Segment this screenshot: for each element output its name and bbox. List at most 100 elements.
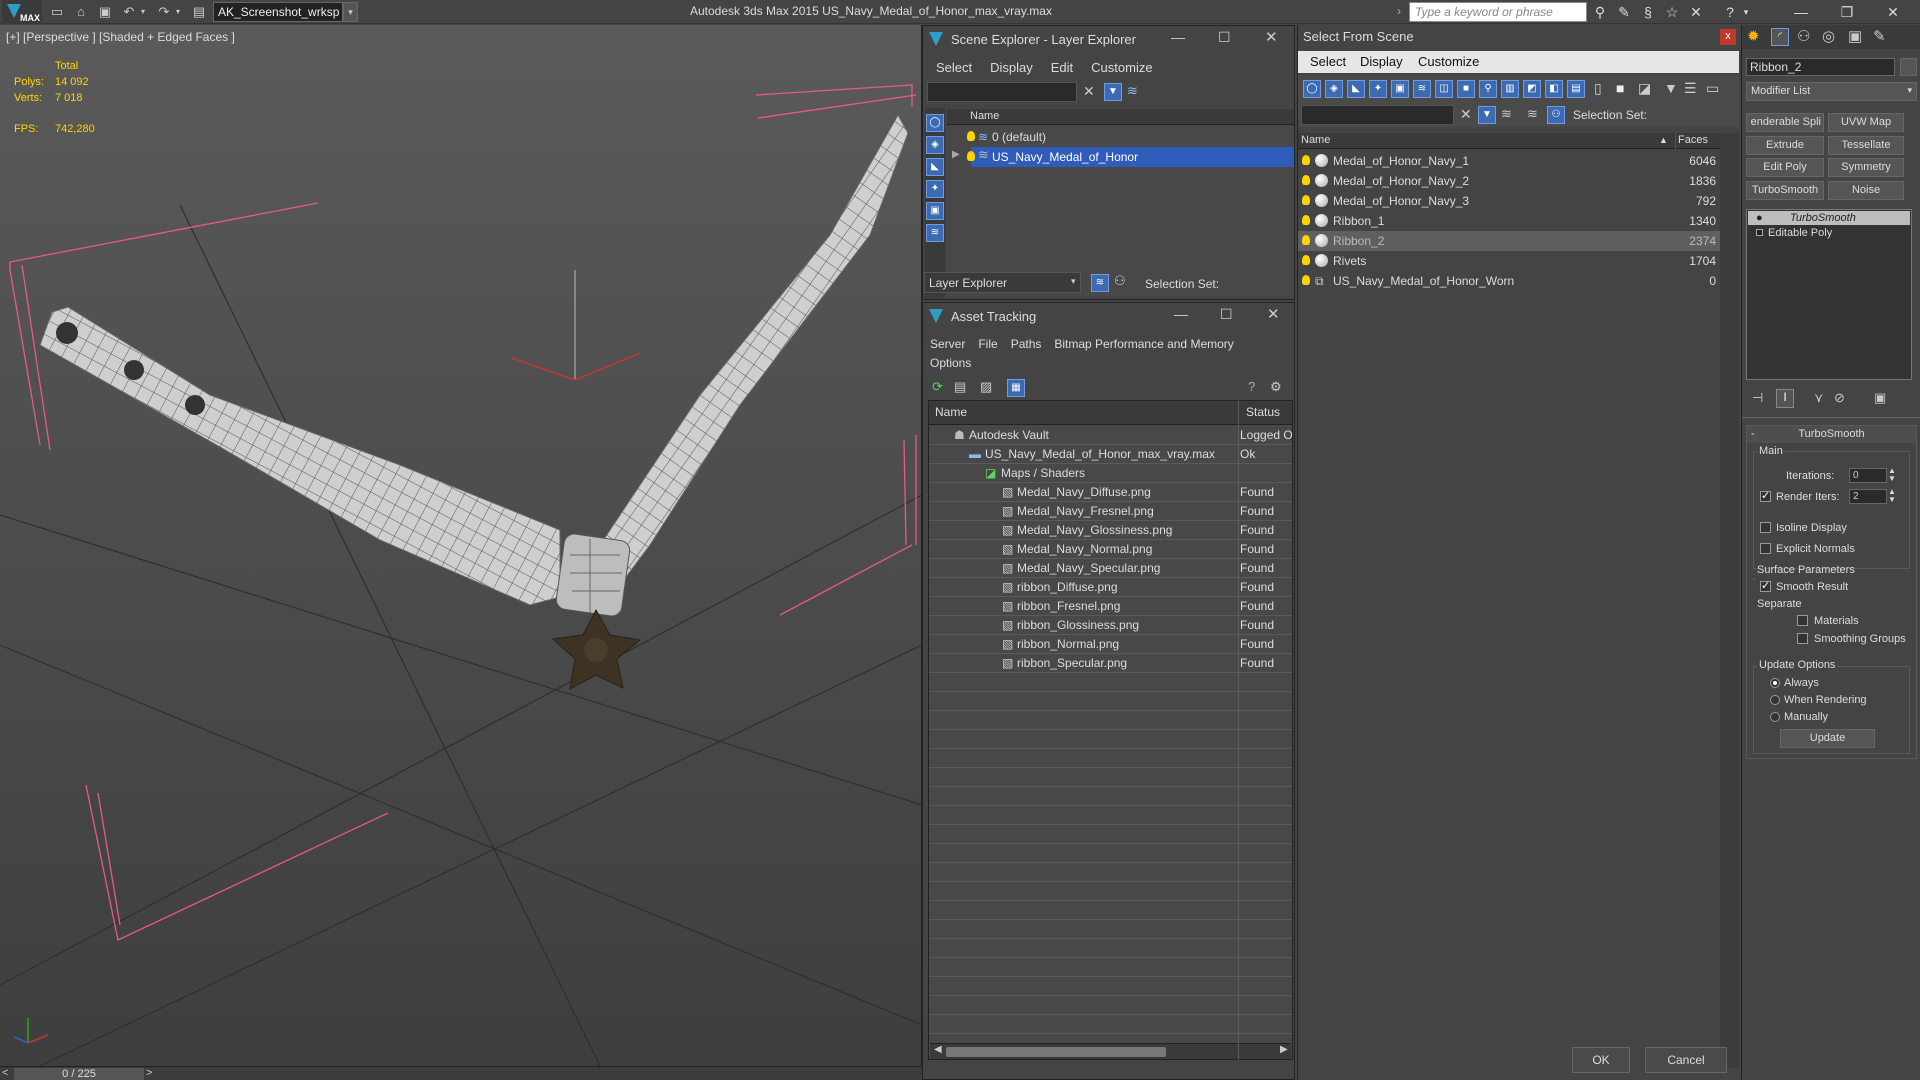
restore-window-icon[interactable]: ❐ [1830,0,1864,24]
help-icon[interactable]: ? [1720,3,1740,21]
menu-options[interactable]: Options [930,354,971,373]
tessellate-button[interactable]: Tessellate [1828,136,1904,155]
explicit-normals-checkbox[interactable] [1760,543,1771,554]
smoothing-groups-checkbox[interactable] [1797,633,1808,644]
hierarchy-tab-icon[interactable]: ⚇ [1797,27,1810,45]
menu-paths[interactable]: Paths [1011,335,1042,354]
select-none-icon[interactable]: ■ [1616,80,1624,96]
stack-item-editable-poly[interactable]: Editable Poly [1748,226,1910,240]
light-bulb-icon[interactable]: ● [1756,211,1763,225]
clear-search-icon[interactable]: ✕ [1460,106,1472,123]
ok-button[interactable]: OK [1572,1047,1630,1073]
save-icon[interactable]: ▣ [96,3,114,21]
select-invert-icon[interactable]: ◪ [1638,80,1651,97]
pin-stack-icon[interactable]: ⊣ [1752,390,1763,406]
cancel-button[interactable]: Cancel [1645,1047,1727,1073]
renderable-spline-button[interactable]: enderable Spli [1746,113,1824,132]
display-cameras-icon[interactable]: ✦ [1369,80,1387,98]
modify-tab-icon[interactable]: ◜ [1771,28,1789,46]
configure-sets-icon[interactable]: ▣ [1874,390,1886,406]
new-file-icon[interactable]: ▭ [48,3,66,21]
light-bulb-icon[interactable] [1302,155,1310,165]
object-row[interactable]: Medal_of_Honor_Navy_2 1836 [1298,171,1720,191]
display-containers-icon[interactable]: ▥ [1501,80,1519,98]
sfs-col-name[interactable]: Name [1301,133,1330,148]
manually-radio[interactable] [1770,712,1780,722]
expand-box-icon[interactable] [1756,229,1763,236]
menu-customize[interactable]: Customize [1418,54,1479,69]
object-color-swatch[interactable] [1900,58,1917,76]
render-iters-checkbox[interactable] [1760,489,1771,502]
maximize-icon[interactable]: ☐ [1218,29,1231,46]
object-row[interactable]: Medal_of_Honor_Navy_1 6046 [1298,151,1720,171]
sfs-search-input[interactable] [1301,105,1454,125]
clear-search-icon[interactable]: ✕ [1083,83,1095,100]
time-next-button[interactable]: > [146,1067,152,1079]
close-window-icon[interactable]: ✕ [1876,0,1910,24]
display-tab-icon[interactable]: ▣ [1848,27,1862,45]
close-icon[interactable]: ✕ [1267,305,1280,323]
collapse-rollout-icon[interactable]: - [1751,426,1755,442]
asset-horizontal-scrollbar[interactable]: ◀ ▶ [930,1043,1291,1059]
display-spacewarps-icon[interactable]: ≋ [1413,80,1431,98]
layer-row-us-navy-medal-of-honor[interactable]: US_Navy_Medal_of_Honor [971,147,1294,167]
redo-dropdown-icon[interactable]: ▾ [173,3,183,21]
create-tab-icon[interactable]: ✹ [1747,27,1760,45]
scene-explorer-search-input[interactable] [927,82,1077,102]
layer-options-icon[interactable]: ≋ [1127,83,1138,99]
tools-icon[interactable]: ✎ [1614,3,1634,21]
light-bulb-icon[interactable] [967,151,975,161]
close-icon[interactable]: x [1720,29,1736,45]
spinner-arrows-icon[interactable]: ▲ ▼ [1888,488,1896,504]
time-prev-button[interactable]: < [2,1067,8,1079]
display-shapes-icon[interactable]: ◈ [1325,80,1343,98]
object-row-highlighted[interactable]: Ribbon_2 2374 [1298,231,1720,251]
help-dropdown-icon[interactable]: ▾ [1740,3,1752,21]
display-bones-icon[interactable]: ⚲ [1479,80,1497,98]
display-hidden-icon[interactable]: ◧ [1545,80,1563,98]
favorites-star-icon[interactable]: ☆ [1662,3,1682,21]
display-cameras-icon[interactable]: ▣ [926,202,944,220]
open-file-icon[interactable]: ⌂ [72,3,90,21]
display-helpers-icon[interactable]: ▣ [1391,80,1409,98]
extrude-button[interactable]: Extrude [1746,136,1824,155]
keyword-search-input[interactable]: Type a keyword or phrase [1409,2,1587,22]
sfs-col-faces[interactable]: Faces [1678,133,1708,148]
expand-arrow-icon[interactable]: ▶ [952,149,960,160]
display-all-icon[interactable]: ▤ [1567,80,1585,98]
menu-select[interactable]: Select [1310,54,1346,69]
make-unique-icon[interactable]: ⋎ [1814,390,1824,406]
filter-icon[interactable]: ▼ [1104,83,1122,101]
sfs-vertical-scrollbar[interactable] [1720,133,1739,1068]
workspace-selector[interactable]: AK_Screenshot_wrksp [213,2,343,22]
light-bulb-icon[interactable] [1302,235,1310,245]
dropdown-arrow-icon[interactable]: ▾ [1071,276,1076,287]
modifier-list-dropdown[interactable]: Modifier List ▾ [1746,82,1917,101]
filter-icon[interactable]: ▼ [1664,80,1678,96]
display-geometry-icon[interactable]: ◯ [1303,80,1321,98]
when-rendering-radio[interactable] [1770,695,1780,705]
remove-modifier-icon[interactable]: ⊘ [1834,390,1845,406]
light-bulb-icon[interactable] [967,131,975,141]
light-bulb-icon[interactable] [1302,175,1310,185]
spinner-arrows-icon[interactable]: ▲ ▼ [1888,467,1896,483]
project-folder-icon[interactable]: ▤ [190,3,208,21]
hierarchy-icon[interactable]: ⚇ [1114,273,1126,289]
object-name-field[interactable]: Ribbon_2 [1746,58,1895,76]
isoline-display-checkbox[interactable] [1760,522,1771,533]
workspace-dropdown-icon[interactable]: ▾ [343,2,358,22]
filter-options-icon[interactable]: ☰ [1684,80,1697,97]
scroll-left-icon[interactable]: ◀ [934,1044,942,1055]
redo-icon[interactable]: ↷ [155,3,173,21]
binoculars-icon[interactable]: ⚲ [1590,3,1610,21]
collapse-icon[interactable]: ▭ [1706,80,1719,97]
minimize-window-icon[interactable]: — [1784,0,1818,24]
exchange-icon[interactable]: ✕ [1686,3,1706,21]
display-frozen-icon[interactable]: ◩ [1523,80,1541,98]
settings-icon[interactable]: ⚙ [1270,379,1282,395]
menu-file[interactable]: File [978,335,997,354]
display-shapes-icon[interactable]: ◣ [926,158,944,176]
menu-customize[interactable]: Customize [1091,60,1152,75]
sort-by-layer-icon[interactable]: ≋ [1091,274,1109,292]
scroll-thumb[interactable] [946,1047,1166,1057]
